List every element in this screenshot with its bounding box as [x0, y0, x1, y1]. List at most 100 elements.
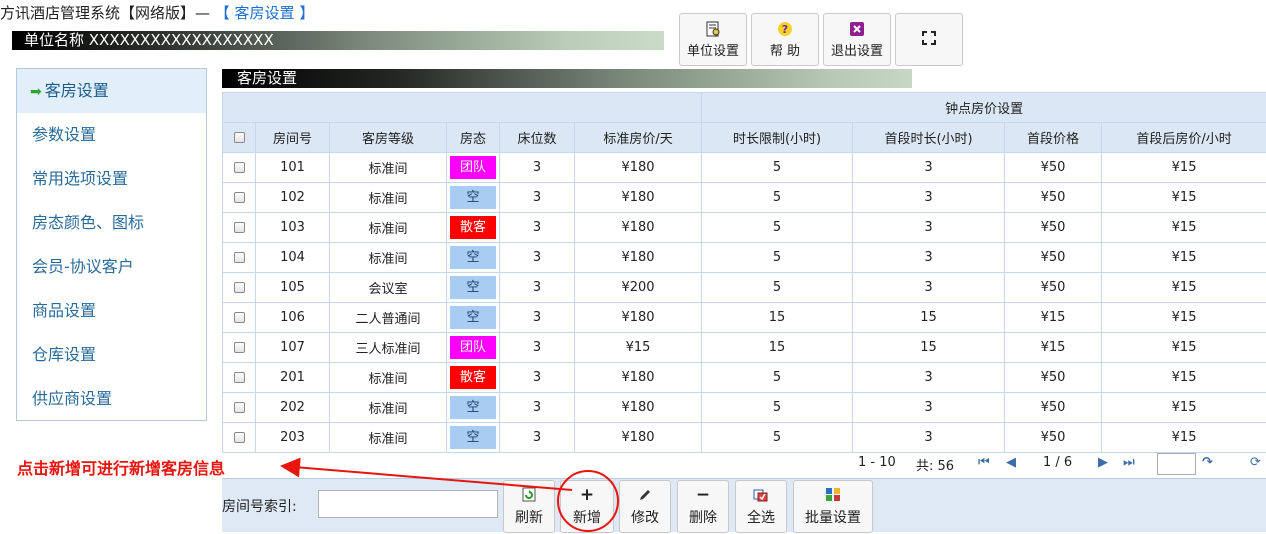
prev-page-icon[interactable]: ◀	[1006, 455, 1016, 470]
go-page-icon[interactable]: ↷	[1202, 455, 1213, 470]
panel-title: 客房设置	[222, 69, 912, 88]
cell: 3	[852, 152, 1006, 183]
app-title-prefix: 方讯酒店管理系统【网络版】—	[0, 4, 215, 22]
close-icon	[849, 21, 866, 37]
edit-button[interactable]: 修改	[619, 480, 671, 533]
fullscreen-button[interactable]	[895, 13, 963, 66]
checkbox-icon	[233, 222, 245, 233]
cell: ¥15	[1101, 212, 1266, 243]
cell: 3	[499, 302, 575, 333]
delete-button[interactable]: − 删除	[677, 480, 729, 533]
cell: ¥15	[573, 332, 703, 363]
cell: 3	[499, 392, 575, 423]
page-jump-input[interactable]	[1157, 453, 1196, 475]
sidebar-item-common-options[interactable]: 常用选项设置	[17, 157, 206, 201]
refresh-button[interactable]: 刷新	[503, 480, 555, 533]
unit-settings-button[interactable]: 单位设置	[679, 13, 747, 66]
status-badge: 空	[450, 426, 496, 449]
cell: ¥50	[1004, 242, 1103, 273]
sidebar-item-goods[interactable]: 商品设置	[17, 289, 206, 333]
select-all-checkbox[interactable]	[222, 122, 256, 153]
status-badge: 散客	[450, 216, 496, 239]
help-button[interactable]: ? 帮 助	[751, 13, 819, 66]
sidebar: ➡ 客房设置 参数设置 常用选项设置 房态颜色、图标 会员-协议客户 商品设置 仓…	[16, 68, 207, 421]
last-page-icon[interactable]: ⏭	[1123, 455, 1135, 470]
sidebar-item-room-status-colors[interactable]: 房态颜色、图标	[17, 201, 206, 245]
column-header[interactable]: 时长限制(小时)	[701, 122, 854, 153]
cell: 3	[852, 182, 1006, 213]
exit-settings-button[interactable]: 退出设置	[823, 13, 891, 66]
table-row[interactable]: 104 标准间空 3 ¥180 5 3 ¥50 ¥15	[222, 242, 1266, 273]
cell: ¥50	[1004, 422, 1103, 453]
row-checkbox[interactable]	[222, 212, 256, 243]
status-cell: 空	[446, 182, 500, 213]
reload-icon[interactable]: ⟳	[1250, 455, 1261, 470]
sidebar-item-warehouse[interactable]: 仓库设置	[17, 333, 206, 377]
arrow-right-icon: ➡	[30, 84, 42, 100]
sidebar-item-members[interactable]: 会员-协议客户	[17, 245, 206, 289]
room-search-input[interactable]	[318, 490, 498, 518]
table-row[interactable]: 107 三人标准间 团队 3 ¥15 15 15 ¥15 ¥15	[222, 332, 1266, 363]
row-checkbox[interactable]	[222, 362, 256, 393]
column-header[interactable]: 房态	[446, 122, 500, 153]
table-row[interactable]: 202 标准间空 3 ¥180 5 3 ¥50 ¥15	[222, 392, 1266, 423]
column-header[interactable]: 首段后房价/小时	[1101, 122, 1266, 153]
cell: ¥15	[1101, 422, 1266, 453]
column-header[interactable]: 客房等级	[329, 122, 447, 153]
row-checkbox[interactable]	[222, 302, 256, 333]
cell: 102	[255, 182, 330, 213]
row-checkbox[interactable]	[222, 182, 256, 213]
table-header-row: 房间号 客房等级 房态 床位数 标准房价/天 时长限制(小时) 首段时长(小时)…	[222, 122, 1266, 153]
top-toolbar: 单位设置 ? 帮 助 退出设置	[679, 13, 963, 66]
table-row[interactable]: 201 标准间 散客 3 ¥180 5 3 ¥50 ¥15	[222, 362, 1266, 393]
delete-label: 删除	[689, 509, 717, 526]
cell: ¥180	[573, 152, 703, 183]
cell: ¥15	[1101, 272, 1266, 303]
table-row[interactable]: 106 二人普通间空 3 ¥180 15 15 ¥15 ¥15	[222, 302, 1266, 333]
first-page-icon[interactable]: ⏮	[978, 455, 990, 470]
cell: 3	[499, 272, 575, 303]
table-row[interactable]: 103 标准间 散客 3 ¥180 5 3 ¥50 ¥15	[222, 212, 1266, 243]
table-group-header-row: 钟点房价设置	[221, 92, 1266, 123]
row-checkbox[interactable]	[222, 242, 256, 273]
row-checkbox[interactable]	[222, 392, 256, 423]
checkbox-icon	[233, 282, 245, 293]
cell: ¥180	[573, 422, 703, 453]
batch-settings-button[interactable]: 批量设置	[793, 480, 873, 533]
cell: 三人标准间	[329, 332, 447, 363]
cell: 标准间	[329, 242, 447, 273]
table-row[interactable]: 105 会议室空 3 ¥200 5 3 ¥50 ¥15	[222, 272, 1266, 303]
column-header[interactable]: 首段时长(小时)	[852, 122, 1006, 153]
sidebar-item-suppliers[interactable]: 供应商设置	[17, 377, 206, 421]
batch-settings-label: 批量设置	[805, 509, 861, 526]
cell: 203	[255, 422, 330, 453]
row-checkbox[interactable]	[222, 332, 256, 363]
table-row[interactable]: 203 标准间空 3 ¥180 5 3 ¥50 ¥15	[222, 422, 1266, 453]
next-page-icon[interactable]: ▶	[1098, 455, 1108, 470]
select-all-button[interactable]: 全选	[735, 480, 787, 533]
column-header[interactable]: 床位数	[499, 122, 575, 153]
pagination-bar: 1 - 10 共: 56 ⏮ ◀ 1 / 6 ▶ ⏭ ↷ ⟳	[222, 451, 1266, 477]
cell: 5	[701, 242, 854, 273]
column-header[interactable]: 标准房价/天	[573, 122, 703, 153]
column-header[interactable]: 房间号	[255, 122, 330, 153]
column-header[interactable]: 首段价格	[1004, 122, 1103, 153]
cell: 3	[499, 422, 575, 453]
table-row[interactable]: 102 标准间空 3 ¥180 5 3 ¥50 ¥15	[222, 182, 1266, 213]
status-badge: 散客	[450, 366, 496, 389]
table-row[interactable]: 101 标准间 团队 3 ¥180 5 3 ¥50 ¥15	[222, 152, 1266, 183]
add-button[interactable]: + 新增	[560, 480, 614, 533]
exit-settings-label: 退出设置	[830, 43, 883, 59]
row-checkbox[interactable]	[222, 272, 256, 303]
status-cell: 散客	[446, 362, 500, 393]
row-checkbox[interactable]	[222, 422, 256, 453]
cell: ¥15	[1101, 302, 1266, 333]
cell: 3	[499, 212, 575, 243]
sidebar-item-room-settings[interactable]: ➡ 客房设置	[17, 69, 206, 113]
row-checkbox[interactable]	[222, 152, 256, 183]
sidebar-item-parameter-settings[interactable]: 参数设置	[17, 113, 206, 157]
cell: ¥50	[1004, 272, 1103, 303]
cell: 3	[499, 362, 575, 393]
status-badge: 空	[450, 246, 496, 269]
cell: 103	[255, 212, 330, 243]
